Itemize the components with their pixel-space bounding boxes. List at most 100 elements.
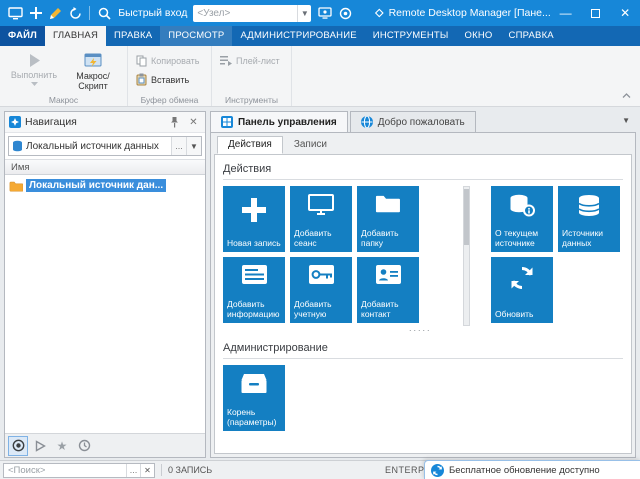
navigation-header: Навигация ✕ — [5, 112, 205, 133]
ribbon-group-tools: Плей-лист Инструменты — [212, 46, 292, 106]
tile-root-settings[interactable]: Корень (параметры) — [223, 365, 285, 431]
navigation-icon — [9, 116, 21, 128]
tab-welcome[interactable]: Добро пожаловать — [349, 111, 476, 132]
document-tab-strip: Панель управления Добро пожаловать ▼ — [210, 111, 636, 132]
paste-button[interactable]: Вставить — [132, 71, 193, 88]
refresh-icon[interactable] — [66, 3, 86, 23]
group-label-macro: Макрос — [48, 95, 79, 105]
root-drawer-icon — [223, 373, 285, 394]
add-entry-icon[interactable] — [26, 3, 46, 23]
playlist-button[interactable]: Плей-лист — [216, 52, 284, 69]
tiles-overflow-dots[interactable]: ..... — [409, 323, 432, 333]
datasource-selector[interactable]: Локальный источник данных … ▼ — [8, 136, 202, 156]
titlebar: Быстрый вход ▼ Remote Desktop Manager [П… — [0, 0, 640, 26]
notification-toast[interactable]: Бесплатное обновление доступно — [424, 460, 640, 479]
close-panel-icon[interactable]: ✕ — [186, 115, 201, 130]
refresh-arrows-icon — [491, 265, 553, 291]
run-icon — [29, 54, 40, 67]
tab-view[interactable]: ПРОСМОТР — [160, 26, 233, 46]
tab-edit[interactable]: ПРАВКА — [106, 26, 160, 46]
tile-add-contact[interactable]: Добавить контакт — [357, 257, 419, 323]
database-stack-icon — [558, 194, 620, 217]
edit-pencil-icon[interactable] — [46, 3, 66, 23]
tree-column-header[interactable]: Имя — [5, 159, 205, 175]
folder-icon — [9, 181, 23, 192]
actions-tiles: Новая запись Добавить сеанс Добавить пап… — [223, 186, 623, 336]
dashboard-subtabs: Действия Записи — [217, 136, 338, 154]
tab-tools[interactable]: ИНСТРУМЕНТЫ — [365, 26, 457, 46]
run-button[interactable]: Выполнить — [6, 50, 62, 92]
window-title-group: Remote Desktop Manager [Пане... — [375, 7, 551, 19]
rdm-logo-icon — [375, 8, 384, 18]
section-actions-header: Действия — [223, 161, 623, 180]
pin-icon[interactable] — [167, 115, 182, 130]
filter-options-button[interactable]: … — [126, 463, 140, 477]
all-entries-icon[interactable] — [8, 435, 28, 456]
ribbon-group-macro: Выполнить Макрос/Скрипт Макрос — [0, 46, 128, 106]
filter-input[interactable] — [4, 464, 126, 476]
open-session-icon[interactable] — [315, 3, 335, 23]
tab-dashboard[interactable]: Панель управления — [210, 111, 348, 132]
tiles-scrollbar[interactable] — [463, 186, 470, 326]
recent-history-icon[interactable] — [74, 436, 94, 456]
minimize-button[interactable]: — — [551, 0, 581, 26]
folder-add-icon — [357, 194, 419, 214]
monitor-icon — [290, 194, 352, 216]
tree-item-local-datasource[interactable]: Локальный источник дан... — [5, 177, 205, 194]
favorites-star-icon[interactable]: ★ — [52, 436, 72, 456]
update-icon — [431, 463, 444, 477]
tab-window[interactable]: ОКНО — [457, 26, 501, 46]
datasource-more-button[interactable]: … — [171, 137, 186, 155]
window-title: Remote Desktop Manager [Пане... — [388, 7, 551, 19]
tab-home[interactable]: ГЛАВНАЯ — [45, 26, 107, 46]
ribbon-tab-bar: ФАЙЛ ГЛАВНАЯ ПРАВКА ПРОСМОТР АДМИНИСТРИР… — [0, 26, 640, 46]
datasource-dropdown-icon[interactable]: ▼ — [186, 137, 201, 155]
navigation-tree: Локальный источник дан... — [5, 175, 205, 433]
search-icon[interactable] — [94, 3, 114, 23]
database-info-icon — [491, 194, 553, 217]
welcome-icon — [360, 116, 373, 128]
dashboard-panel: Действия Записи Действия Новая запись До… — [210, 132, 636, 458]
playlist-icon — [220, 56, 232, 66]
scrollbar-thumb[interactable] — [464, 189, 469, 245]
node-input[interactable] — [193, 7, 298, 19]
group-label-tools: Инструменты — [224, 95, 278, 105]
tile-about-source[interactable]: О текущем источнике — [491, 186, 553, 252]
subtab-actions[interactable]: Действия — [217, 136, 283, 154]
datasource-name: Локальный источник данных — [26, 140, 159, 152]
notification-text: Бесплатное обновление доступно — [449, 464, 600, 476]
tab-help[interactable]: СПРАВКА — [501, 26, 562, 46]
tile-add-folder[interactable]: Добавить папку — [357, 186, 419, 252]
tile-new-entry[interactable]: Новая запись — [223, 186, 285, 252]
copy-icon — [136, 55, 147, 66]
tile-add-account[interactable]: Добавить учетную — [290, 257, 352, 323]
tab-list-dropdown-icon[interactable]: ▼ — [622, 116, 630, 125]
section-admin-header: Администрирование — [223, 340, 623, 359]
dashboard-icon — [221, 116, 233, 128]
tab-file[interactable]: ФАЙЛ — [0, 26, 46, 46]
information-card-icon — [223, 265, 285, 284]
tile-data-sources[interactable]: Источники данных — [558, 186, 620, 252]
tile-add-information[interactable]: Добавить информацию — [223, 257, 285, 323]
plus-icon — [223, 196, 285, 224]
node-dropdown-icon[interactable]: ▼ — [297, 4, 311, 22]
status-bar: … ✕ 0 ЗАПИСЬ ENTERPRISE Бесплатное обнов… — [0, 460, 640, 479]
tile-add-session[interactable]: Добавить сеанс — [290, 186, 352, 252]
copy-button[interactable]: Копировать — [132, 52, 203, 69]
group-label-clipboard: Буфер обмена — [140, 95, 199, 105]
ribbon-collapse-icon[interactable] — [618, 88, 634, 102]
maximize-button[interactable] — [581, 0, 611, 26]
macro-script-button[interactable]: Макрос/Скрипт — [62, 50, 124, 92]
navigation-footer-toolbar: ★ — [5, 433, 205, 457]
chevron-down-icon — [30, 82, 38, 86]
subtab-entries[interactable]: Записи — [283, 136, 338, 154]
navigation-title: Навигация — [25, 116, 77, 128]
close-button[interactable]: ✕ — [610, 0, 640, 26]
tile-refresh[interactable]: Обновить — [491, 257, 553, 323]
sessions-play-icon[interactable] — [30, 436, 50, 456]
app-icon — [6, 3, 26, 23]
datasource-icon — [13, 140, 22, 152]
filter-clear-icon[interactable]: ✕ — [140, 463, 154, 477]
connection-status-icon[interactable] — [335, 3, 355, 23]
tab-administration[interactable]: АДМИНИСТРИРОВАНИЕ — [232, 26, 364, 46]
